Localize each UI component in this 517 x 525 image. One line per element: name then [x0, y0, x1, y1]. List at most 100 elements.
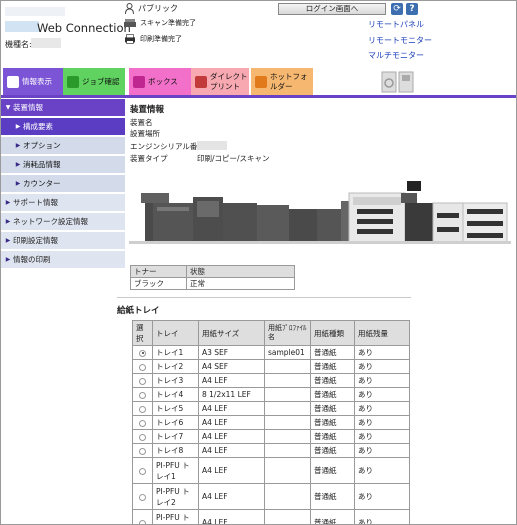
help-button[interactable]: ? [406, 3, 418, 15]
model-name-value [31, 38, 61, 48]
paper-remaining-cell: あり [354, 443, 410, 458]
paper-type-cell: 普通紙 [310, 401, 355, 416]
tray-name-cell: トレイ3 [152, 373, 199, 388]
paper-remaining-cell: あり [354, 457, 410, 484]
tray-name-cell: トレイ2 [152, 359, 199, 374]
sidebar-item-label: 消耗品情報 [23, 160, 61, 169]
toner-color-cell: ブラック [130, 277, 187, 290]
tray-radio[interactable] [139, 433, 146, 441]
sidebar-item-label: サポート情報 [13, 198, 58, 207]
sidebar-item-support[interactable]: ▶ サポート情報 [1, 194, 125, 212]
tray-radio[interactable] [139, 363, 146, 371]
info-icon [7, 75, 19, 88]
col-paper-remaining: 用紙残量 [354, 320, 410, 346]
tray-name-cell: トレイ5 [152, 401, 199, 416]
table-row: トレイ3 A4 LEF 普通紙 あり [132, 373, 410, 388]
select-cell [132, 373, 153, 388]
paper-profile-cell [264, 429, 311, 444]
user-label: パブリック [138, 4, 178, 13]
tab-job[interactable]: ジョブ確認 [63, 68, 125, 95]
triangle-right-icon: ▶ [15, 180, 21, 187]
scanner-status-text: スキャン準備完了 [140, 19, 196, 27]
main-tab-bar: 情報表示 ジョブ確認 ボックス ダイレクトプリント ホットフォルダー [1, 68, 516, 98]
paper-profile-cell [264, 443, 311, 458]
paper-remaining-cell: あり [354, 429, 410, 444]
toner-status-cell: 正常 [186, 277, 295, 290]
select-cell [132, 387, 153, 402]
remote-panel-link[interactable]: リモートパネル [368, 19, 424, 30]
tab-job-label: ジョブ確認 [82, 77, 120, 86]
triangle-right-icon: ▶ [5, 237, 11, 244]
paper-size-cell: A4 LEF [198, 373, 265, 388]
col-paper-size: 用紙サイズ [198, 320, 265, 346]
hot-folder-icon [255, 75, 267, 88]
triangle-right-icon: ▶ [5, 218, 11, 225]
tray-radio[interactable] [139, 447, 146, 455]
paper-profile-cell [264, 483, 311, 510]
sidebar-item-label: オプション [23, 141, 61, 150]
sidebar-item-label: カウンター [23, 179, 61, 188]
tray-radio[interactable] [139, 519, 146, 524]
sidebar-item-label: ネットワーク設定情報 [13, 217, 88, 226]
select-cell [132, 509, 153, 524]
select-cell [132, 401, 153, 416]
paper-profile-cell [264, 387, 311, 402]
sidebar-item-configuration[interactable]: ▶ 構成要素 [1, 118, 125, 136]
sidebar-item-options[interactable]: ▶ オプション [1, 137, 125, 155]
triangle-right-icon: ▶ [15, 123, 21, 130]
section-divider [117, 297, 411, 298]
tray-radio[interactable] [139, 349, 146, 357]
paper-size-cell: A4 LEF [198, 483, 265, 510]
table-row: トレイ1 A3 SEF sample01 普通紙 あり [132, 345, 410, 360]
remote-monitor-link[interactable]: リモートモニター [368, 35, 432, 46]
tray-radio[interactable] [139, 467, 146, 475]
device-type-label: 装置タイプ [130, 154, 168, 163]
tab-information-label: 情報表示 [22, 77, 52, 86]
sidebar-item-network-settings[interactable]: ▶ ネットワーク設定情報 [1, 213, 125, 231]
device-tray-icon[interactable] [381, 71, 415, 93]
login-button[interactable]: ログイン画面へ [278, 3, 386, 15]
paper-tray-title: 給紙トレイ [117, 306, 160, 316]
tab-box[interactable]: ボックス [129, 68, 191, 95]
paper-type-cell: 普通紙 [310, 359, 355, 374]
tab-direct-print[interactable]: ダイレクトプリント [191, 68, 249, 95]
tray-name-cell: トレイ6 [152, 415, 199, 430]
sidebar-item-print-settings[interactable]: ▶ 印刷設定情報 [1, 232, 125, 250]
paper-profile-cell [264, 359, 311, 374]
tray-radio[interactable] [139, 391, 146, 399]
tab-information[interactable]: 情報表示 [3, 68, 63, 95]
tray-radio[interactable] [139, 493, 146, 501]
paper-profile-cell [264, 401, 311, 416]
box-icon [133, 75, 145, 88]
paper-type-cell: 普通紙 [310, 483, 355, 510]
select-cell [132, 415, 153, 430]
logo-placeholder [5, 7, 65, 16]
triangle-right-icon: ▶ [15, 142, 21, 149]
tray-radio[interactable] [139, 405, 146, 413]
tab-hot-folder-label: ホットフォルダー [270, 71, 308, 91]
paper-type-cell: 普通紙 [310, 429, 355, 444]
table-row: PI-PFU トレイ2 A4 LEF 普通紙 あり [132, 483, 410, 510]
sidebar-item-device-info[interactable]: ▼ 装置情報 [1, 99, 125, 117]
tab-direct-print-label: ダイレクトプリント [210, 71, 248, 91]
triangle-right-icon: ▶ [5, 256, 11, 263]
paper-profile-cell [264, 415, 311, 430]
table-row: ブラック 正常 [130, 277, 295, 290]
tray-radio[interactable] [139, 377, 146, 385]
sidebar-item-consumables[interactable]: ▶ 消耗品情報 [1, 156, 125, 174]
sidebar-item-counter[interactable]: ▶ カウンター [1, 175, 125, 193]
multi-monitor-link[interactable]: マルチモニター [368, 50, 424, 61]
tab-hot-folder[interactable]: ホットフォルダー [251, 68, 313, 95]
sidebar-item-print-info[interactable]: ▶ 情報の印刷 [1, 251, 125, 269]
tray-radio[interactable] [139, 419, 146, 427]
paper-size-cell: A4 LEF [198, 509, 265, 524]
paper-size-cell: 8 1/2x11 LEF [198, 387, 265, 402]
select-cell [132, 429, 153, 444]
paper-tray-body: トレイ1 A3 SEF sample01 普通紙 あり トレイ2 A4 SEF 普通紙 あり トレ… [132, 345, 410, 524]
paper-profile-cell [264, 373, 311, 388]
paper-type-cell: 普通紙 [310, 387, 355, 402]
select-cell [132, 443, 153, 458]
paper-size-cell: A4 LEF [198, 401, 265, 416]
refresh-icon[interactable]: ⟳ [391, 3, 403, 15]
col-paper-type: 用紙種類 [310, 320, 355, 346]
